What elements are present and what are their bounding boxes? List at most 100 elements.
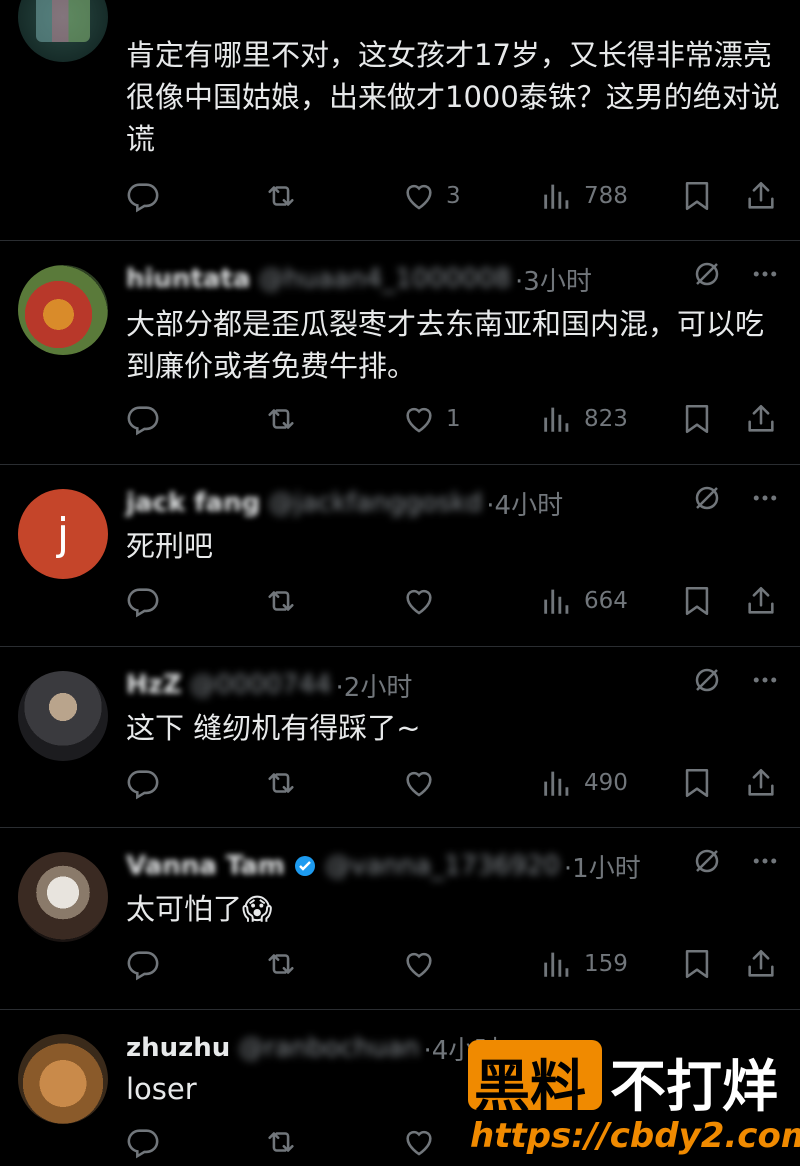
like-button[interactable]: [402, 944, 446, 984]
more-icon[interactable]: [750, 483, 780, 513]
user-handle[interactable]: @jackfanggoskd: [268, 488, 482, 518]
display-name[interactable]: Vanna Tam: [126, 851, 285, 881]
post-text: 大部分都是歪瓜裂枣才去东南亚和国内混，可以吃到廉价或者免费牛排。: [126, 307, 765, 383]
timestamp[interactable]: ·3小时: [515, 261, 592, 298]
display-name[interactable]: zhuzhu: [126, 1033, 230, 1063]
action-bar: 490: [0, 763, 800, 803]
share-button[interactable]: [744, 399, 778, 439]
grok-icon[interactable]: [692, 259, 722, 289]
post-text: 肯定有哪里不对，这女孩才17岁，又长得非常漂亮很像中国姑娘，出来做才1000泰铢…: [126, 38, 780, 156]
like-button[interactable]: [402, 763, 446, 803]
grok-icon[interactable]: [692, 483, 722, 513]
reply-button[interactable]: [126, 399, 160, 439]
views-button[interactable]: 664: [540, 581, 628, 621]
post-2[interactable]: j jack fang @jackfanggoskd ·4小时 死刑吧 664: [0, 465, 800, 647]
bookmark-icon: [680, 584, 714, 618]
repost-button[interactable]: [264, 581, 298, 621]
repost-icon: [264, 584, 298, 618]
avatar[interactable]: [18, 0, 108, 62]
user-handle[interactable]: @ranbochuan: [238, 1033, 419, 1063]
user-handle[interactable]: @0000744: [190, 670, 332, 700]
bookmark-button[interactable]: [680, 176, 714, 216]
share-button[interactable]: [744, 944, 778, 984]
like-button[interactable]: 3: [402, 176, 461, 216]
share-button[interactable]: [744, 763, 778, 803]
watermark-url: https://cbdy2.com: [470, 1116, 800, 1156]
heart-icon: [402, 402, 436, 436]
post-header: jack fang @jackfanggoskd ·4小时: [126, 483, 780, 523]
avatar[interactable]: [18, 265, 108, 355]
reply-icon: [126, 766, 160, 800]
grok-icon[interactable]: [692, 846, 722, 876]
post-4[interactable]: Vanna Tam @vanna_1736920 ·1小时 太可怕了😱 159: [0, 828, 800, 1010]
reply-icon: [126, 402, 160, 436]
heart-icon: [402, 947, 436, 981]
like-button[interactable]: 1: [402, 399, 461, 439]
views-icon: [540, 402, 574, 436]
timestamp[interactable]: ·2小时: [336, 667, 413, 704]
more-icon[interactable]: [750, 665, 780, 695]
heart-icon: [402, 766, 436, 800]
reply-button[interactable]: [126, 176, 160, 216]
views-button[interactable]: 159: [540, 944, 628, 984]
heart-icon: [402, 584, 436, 618]
repost-button[interactable]: [264, 944, 298, 984]
display-name[interactable]: jack fang: [126, 488, 260, 518]
header-icons: [692, 665, 780, 695]
header-icons: [692, 846, 780, 876]
repost-button[interactable]: [264, 399, 298, 439]
avatar-letter: j: [56, 508, 70, 560]
repost-button[interactable]: [264, 763, 298, 803]
views-button[interactable]: 823: [540, 399, 628, 439]
bookmark-button[interactable]: [680, 944, 714, 984]
bookmark-button[interactable]: [680, 581, 714, 621]
avatar[interactable]: j: [18, 489, 108, 579]
heart-icon: [402, 1125, 436, 1159]
post-0[interactable]: 肯定有哪里不对，这女孩才17岁，又长得非常漂亮很像中国姑娘，出来做才1000泰铢…: [0, 0, 800, 241]
post-1[interactable]: hiuntata @huaan4_1000008 ·3小时 大部分都是歪瓜裂枣才…: [0, 241, 800, 465]
user-handle[interactable]: @vanna_1736920: [325, 851, 560, 881]
reply-button[interactable]: [126, 581, 160, 621]
grok-icon[interactable]: [692, 665, 722, 695]
reply-button[interactable]: [126, 763, 160, 803]
timestamp[interactable]: ·1小时: [564, 848, 641, 885]
like-button[interactable]: [402, 581, 446, 621]
post-header: hiuntata @huaan4_1000008 ·3小时: [126, 259, 780, 299]
reply-icon: [126, 1125, 160, 1159]
avatar[interactable]: [18, 852, 108, 942]
display-name[interactable]: HzZ: [126, 670, 182, 700]
share-button[interactable]: [744, 581, 778, 621]
view-count: 490: [584, 770, 628, 796]
bookmark-button[interactable]: [680, 763, 714, 803]
repost-button[interactable]: [264, 176, 298, 216]
more-icon[interactable]: [750, 259, 780, 289]
views-button[interactable]: 788: [540, 176, 628, 216]
timestamp[interactable]: ·4小时: [486, 485, 563, 522]
action-bar: 159: [0, 944, 800, 984]
bookmark-icon: [680, 947, 714, 981]
post-text: 死刑吧: [126, 529, 214, 563]
repost-button[interactable]: [264, 1122, 298, 1162]
watermark-part2: 不打烊: [610, 1055, 778, 1120]
reply-button[interactable]: [126, 1122, 160, 1162]
more-icon[interactable]: [750, 846, 780, 876]
share-icon: [744, 179, 778, 213]
repost-icon: [264, 1125, 298, 1159]
bookmark-button[interactable]: [680, 399, 714, 439]
like-button[interactable]: [402, 1122, 446, 1162]
display-name[interactable]: hiuntata: [126, 264, 250, 294]
action-bar: 3 788: [0, 176, 800, 216]
share-button[interactable]: [744, 176, 778, 216]
user-handle[interactable]: @huaan4_1000008: [258, 264, 511, 294]
views-icon: [540, 179, 574, 213]
share-icon: [744, 947, 778, 981]
post-3[interactable]: HzZ @0000744 ·2小时 这下 缝纫机有得踩了~ 490: [0, 647, 800, 828]
verified-badge-icon: [294, 856, 315, 876]
views-icon: [540, 947, 574, 981]
views-icon: [540, 584, 574, 618]
avatar[interactable]: [18, 1034, 108, 1124]
avatar[interactable]: [18, 671, 108, 761]
views-button[interactable]: 490: [540, 763, 628, 803]
reply-icon: [126, 179, 160, 213]
reply-button[interactable]: [126, 944, 160, 984]
